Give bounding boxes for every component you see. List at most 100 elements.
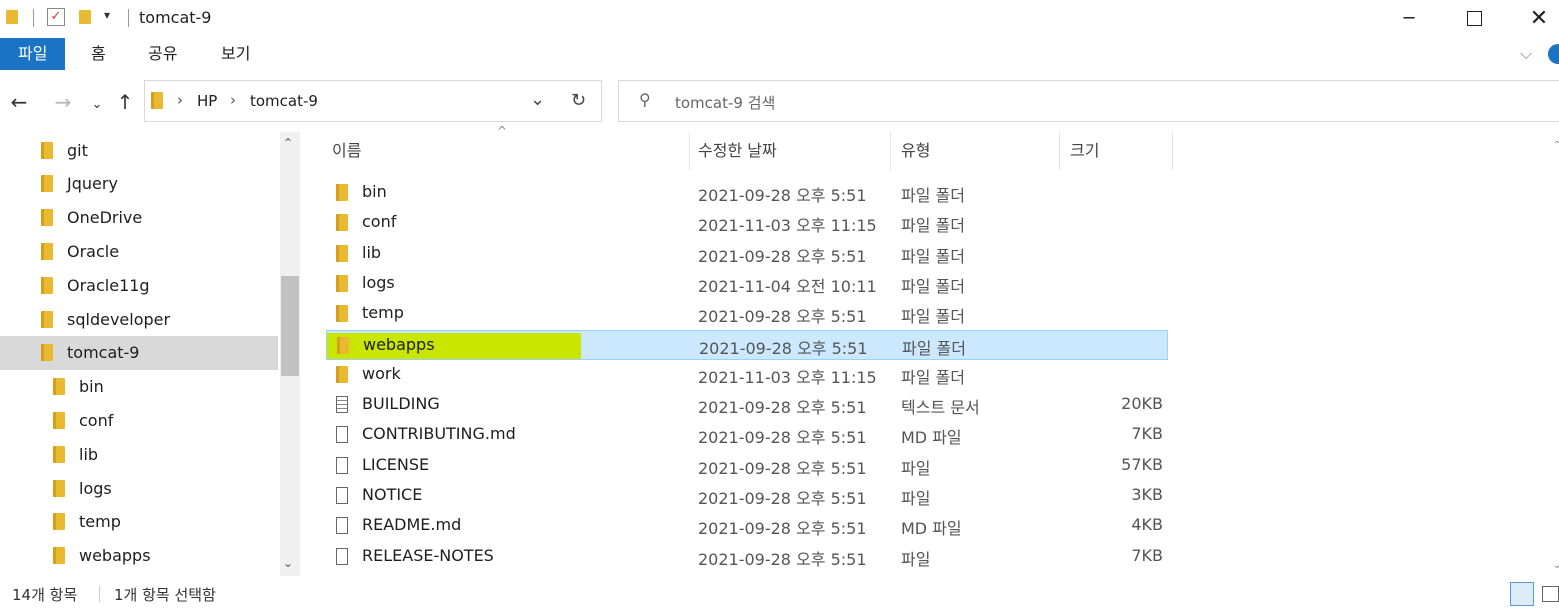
maximize-button[interactable] (1451, 0, 1497, 36)
nav-item-webapps[interactable]: webapps (0, 539, 278, 573)
back-arrow-icon[interactable]: ← (6, 88, 32, 116)
ribbon-expand-icon[interactable]: ⌵ (1520, 44, 1532, 64)
file-date: 2021-09-28 오후 5:51 (698, 398, 867, 418)
folder-icon (41, 276, 53, 294)
nav-item-label: lib (79, 444, 99, 464)
refresh-icon[interactable]: ↻ (571, 90, 586, 111)
column-divider[interactable] (1059, 132, 1060, 170)
file-type: 파일 폴더 (901, 276, 965, 296)
folder-icon (53, 479, 65, 497)
file-date: 2021-11-03 오후 11:15 (698, 367, 877, 387)
file-size: 3KB (1131, 485, 1163, 504)
file-row-notice[interactable]: NOTICE 2021-09-28 오후 5:51 파일 3KB (326, 481, 1168, 511)
folder-icon (53, 411, 65, 429)
folder-icon (336, 244, 348, 262)
nav-item-tomcat-9[interactable]: tomcat-9 (0, 335, 278, 370)
close-button[interactable]: ✕ (1516, 0, 1559, 36)
scroll-down-icon[interactable]: ⌄ (1553, 560, 1559, 571)
file-type: 파일 (901, 458, 931, 478)
tab-share[interactable]: 공유 (130, 38, 195, 70)
selected-count: 1개 항목 선택함 (114, 586, 216, 604)
nav-item-conf[interactable]: conf (0, 403, 278, 437)
file-row-contributing.md[interactable]: CONTRIBUTING.md 2021-09-28 오후 5:51 MD 파일 7K… (326, 420, 1168, 450)
nav-item-label: Oracle (67, 241, 120, 261)
file-row-bin[interactable]: bin 2021-09-28 오후 5:51 파일 폴더 (326, 178, 1168, 208)
nav-item-jquery[interactable]: Jquery (0, 167, 278, 201)
search-input[interactable]: tomcat-9 검색 (675, 92, 775, 113)
tab-file[interactable]: 파일 (0, 38, 66, 70)
file-row-release-notes[interactable]: RELEASE-NOTES 2021-09-28 오후 5:51 파일 7KB (326, 542, 1168, 572)
nav-item-sqldeveloper[interactable]: sqldeveloper (0, 302, 278, 336)
nav-item-oracle[interactable]: Oracle (0, 234, 278, 268)
tab-home[interactable]: 홈 (73, 38, 124, 70)
file-type: 파일 폴더 (902, 338, 966, 358)
file-row-building[interactable]: BUILDING 2021-09-28 오후 5:51 텍스트 문서 20KB (326, 390, 1168, 420)
scroll-up-icon[interactable]: ⌃ (283, 136, 293, 150)
folder-icon (41, 242, 53, 260)
file-type: MD 파일 (901, 519, 962, 539)
up-arrow-icon[interactable]: ↑ (112, 88, 138, 116)
nav-item-oracle11g[interactable]: Oracle11g (0, 268, 278, 302)
search-box[interactable]: ⚲ tomcat-9 검색 (618, 80, 1559, 122)
column-header-name[interactable]: 이름 (332, 132, 361, 170)
scroll-down-icon[interactable]: ⌄ (283, 556, 293, 570)
forward-arrow-icon[interactable]: → (50, 88, 76, 116)
address-dropdown-icon[interactable]: ⌄ (530, 89, 545, 110)
file-row-logs[interactable]: logs 2021-11-04 오전 10:11 파일 폴더 (326, 269, 1168, 299)
nav-item-logs[interactable]: logs (0, 471, 278, 505)
breadcrumb-separator-icon[interactable]: › (230, 91, 236, 109)
file-row-lib[interactable]: lib 2021-09-28 오후 5:51 파일 폴더 (326, 239, 1168, 269)
file-name: lib (362, 242, 382, 262)
nav-item-bin[interactable]: bin (0, 370, 278, 404)
nav-item-label: Jquery (67, 174, 118, 194)
column-header-type[interactable]: 유형 (901, 132, 930, 170)
file-name: temp (362, 303, 404, 323)
column-header-size[interactable]: 크기 (1070, 132, 1099, 170)
address-bar[interactable]: › HP › tomcat-9 ⌄ (144, 80, 602, 122)
file-size: 7KB (1131, 545, 1163, 565)
recent-locations-chevron-icon[interactable]: ⌄ (84, 90, 110, 118)
title-bar: ✓ ▾ tomcat-9 ─ ✕ (0, 0, 1559, 36)
file-row-conf[interactable]: conf 2021-11-03 오후 11:15 파일 폴더 (326, 208, 1168, 238)
nav-item-git[interactable]: git (0, 133, 278, 167)
scroll-up-icon[interactable]: ⌃ (1553, 140, 1559, 151)
search-icon: ⚲ (639, 90, 651, 109)
folder-icon (151, 92, 163, 109)
folder-icon (337, 336, 349, 354)
nav-item-temp[interactable]: temp (0, 505, 278, 539)
file-row-work[interactable]: work 2021-11-03 오후 11:15 파일 폴더 (326, 360, 1168, 390)
file-date: 2021-09-28 오후 5:51 (698, 428, 867, 448)
column-divider[interactable] (689, 132, 690, 170)
column-divider[interactable] (1172, 132, 1173, 170)
folder-icon (336, 305, 348, 323)
file-row-temp[interactable]: temp 2021-09-28 오후 5:51 파일 폴더 (326, 299, 1168, 329)
file-name: BUILDING (362, 394, 440, 414)
tab-view[interactable]: 보기 (203, 38, 268, 70)
customize-toolbar-icon[interactable]: ▾ (104, 8, 110, 22)
minimize-button[interactable]: ─ (1386, 0, 1432, 36)
nav-item-lib[interactable]: lib (0, 437, 278, 471)
file-date: 2021-09-28 오후 5:51 (698, 519, 867, 539)
folder-icon (336, 184, 348, 201)
file-icon (336, 517, 348, 535)
nav-item-label: logs (79, 478, 112, 498)
nav-scrollbar[interactable]: ⌃ ⌄ (280, 132, 300, 576)
breadcrumb-separator-icon[interactable]: › (177, 91, 183, 109)
file-date: 2021-09-28 오후 5:51 (698, 307, 867, 327)
scrollbar-thumb[interactable] (281, 276, 299, 376)
properties-icon[interactable]: ✓ (47, 8, 65, 26)
file-row-license[interactable]: LICENSE 2021-09-28 오후 5:51 파일 57KB (326, 451, 1168, 481)
column-divider[interactable] (890, 132, 891, 170)
new-folder-icon[interactable] (79, 10, 91, 24)
details-view-icon[interactable] (1510, 582, 1534, 606)
file-type: MD 파일 (901, 428, 962, 448)
breadcrumb-hp[interactable]: HP (197, 92, 217, 110)
file-row-webapps[interactable]: webapps 2021-09-28 오후 5:51 파일 폴더 (326, 329, 1168, 360)
breadcrumb-tomcat[interactable]: tomcat-9 (250, 92, 318, 110)
nav-item-onedrive[interactable]: OneDrive (0, 201, 278, 235)
large-icons-view-icon[interactable] (1542, 586, 1559, 602)
file-date: 2021-11-03 오후 11:15 (698, 216, 877, 236)
window-title: tomcat-9 (139, 8, 212, 27)
file-row-readme.md[interactable]: README.md 2021-09-28 오후 5:51 MD 파일 4KB (326, 511, 1168, 541)
column-header-date[interactable]: 수정한 날짜 (698, 132, 777, 170)
